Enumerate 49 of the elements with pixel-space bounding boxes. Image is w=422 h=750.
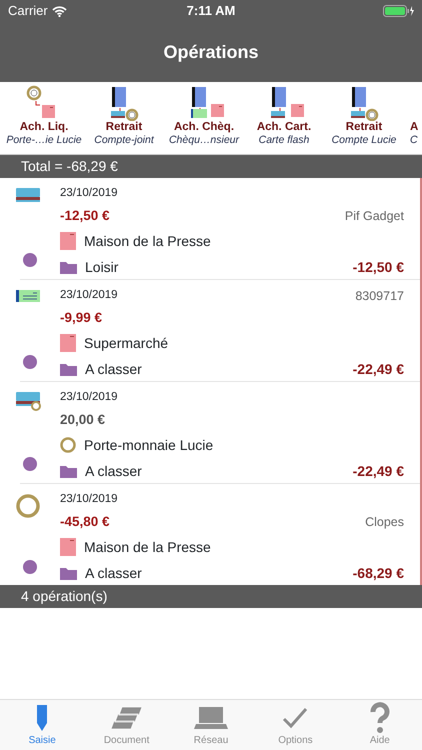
running-balance: -22,49 € xyxy=(352,462,404,480)
total-label: Total = -68,29 € xyxy=(0,155,422,178)
pen-icon xyxy=(35,703,50,733)
running-balance: -22,49 € xyxy=(352,360,404,378)
template-title[interactable]: A xyxy=(410,121,418,134)
template-subtitle[interactable]: Porte-…ie Lucie xyxy=(6,134,82,146)
operation-date: 23/10/2019 xyxy=(60,288,118,304)
payee-name: Maison de la Presse xyxy=(84,538,211,556)
template-title[interactable]: Ach. Cart. xyxy=(256,121,312,134)
operation-amount: 20,00 € xyxy=(60,410,106,429)
folder-icon xyxy=(60,260,77,274)
operation-date: 23/10/2019 xyxy=(60,186,118,202)
template-title[interactable]: Retrait xyxy=(106,121,142,134)
template-title[interactable]: Ach. Liq. xyxy=(20,121,68,134)
payee-name: Supermarché xyxy=(84,334,168,353)
folder-icon xyxy=(60,362,77,376)
template-title[interactable]: Retrait xyxy=(346,121,382,134)
category-name: A classer xyxy=(85,360,142,378)
clock-time: 7:11 AM xyxy=(186,2,236,20)
carrier-name: Carrier xyxy=(8,2,48,20)
operation-amount: -9,99 € xyxy=(60,308,102,327)
operation-memo: Clopes xyxy=(365,514,404,531)
operation-date: 23/10/2019 xyxy=(60,390,118,406)
category-name: Loisir xyxy=(85,258,118,276)
operation-count: 4 opération(s) xyxy=(0,585,422,608)
template-subtitle[interactable]: C xyxy=(410,134,418,146)
folder-icon xyxy=(60,566,77,580)
operation-amount: -45,80 € xyxy=(60,512,110,531)
category-name: A classer xyxy=(85,462,142,480)
tab-button[interactable]: Saisie xyxy=(0,700,84,750)
payee-name: Maison de la Presse xyxy=(84,232,211,250)
template-subtitle[interactable]: Chèqu…nsieur xyxy=(168,134,240,146)
running-balance: -68,29 € xyxy=(352,564,404,582)
screen-title: Opérations xyxy=(163,40,259,64)
help-icon xyxy=(368,703,392,733)
operation-memo: Pif Gadget xyxy=(344,208,404,225)
battery-icon xyxy=(383,5,414,17)
running-balance: -12,50 € xyxy=(352,258,404,276)
category-name: A classer xyxy=(85,564,142,582)
wifi-icon xyxy=(52,6,67,16)
operation-amount: -12,50 € xyxy=(60,206,110,225)
template-subtitle[interactable]: Carte flash xyxy=(258,134,310,146)
template-subtitle[interactable]: Compte-joint xyxy=(94,134,154,146)
template-subtitle[interactable]: Compte Lucie xyxy=(332,134,396,146)
reference-number: 8309717 xyxy=(355,288,404,305)
operation-date: 23/10/2019 xyxy=(60,492,118,508)
payee-name: Porte-monnaie Lucie xyxy=(84,436,214,454)
folder-icon xyxy=(60,464,77,478)
template-title[interactable]: Ach. Chèq. xyxy=(174,121,234,134)
